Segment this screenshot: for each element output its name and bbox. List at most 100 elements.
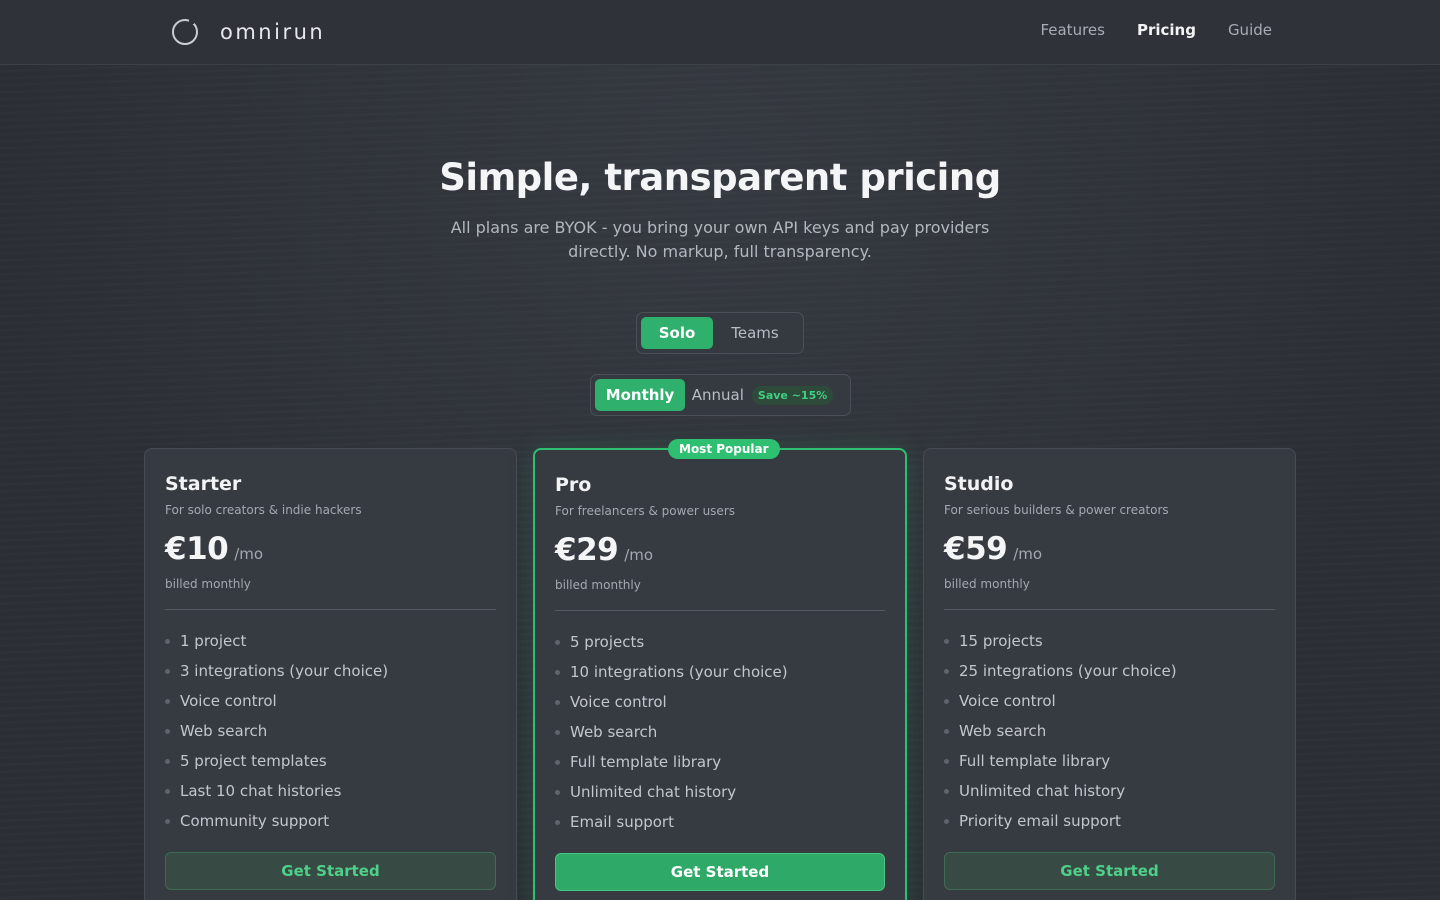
- feature-item: 25 integrations (your choice): [944, 656, 1275, 686]
- feature-text: Voice control: [959, 692, 1056, 710]
- feature-text: Web search: [570, 723, 658, 741]
- plan-card-starter: Starter For solo creators & indie hacker…: [144, 448, 517, 900]
- feature-text: 1 project: [180, 632, 247, 650]
- save-badge: Save ~15%: [751, 385, 834, 405]
- feature-text: Full template library: [959, 752, 1111, 770]
- feature-text: 5 project templates: [180, 752, 327, 770]
- feature-text: Email support: [570, 813, 674, 831]
- get-started-button-studio[interactable]: Get Started: [944, 852, 1275, 890]
- feature-item: Priority email support: [944, 806, 1275, 836]
- brand-name: omnirun: [220, 20, 326, 44]
- feature-text: Unlimited chat history: [959, 782, 1126, 800]
- bullet-icon: [944, 818, 949, 824]
- price-period: /mo: [624, 546, 654, 564]
- logo-ring-icon: [172, 19, 198, 45]
- plan-price: €29: [555, 532, 619, 568]
- bullet-icon: [165, 698, 170, 704]
- feature-item: Web search: [555, 717, 885, 747]
- divider: [555, 610, 885, 611]
- bullet-icon: [555, 669, 560, 675]
- billing-note: billed monthly: [555, 578, 641, 592]
- feature-item: 15 projects: [944, 626, 1275, 656]
- feature-text: Community support: [180, 812, 330, 830]
- subtitle-line-1: All plans are BYOK - you bring your own …: [450, 218, 990, 237]
- page-title: Simple, transparent pricing: [439, 156, 1001, 199]
- feature-item: Last 10 chat histories: [165, 776, 496, 806]
- feature-item: 10 integrations (your choice): [555, 657, 885, 687]
- bullet-icon: [165, 818, 170, 824]
- subtitle-line-2: directly. No markup, full transparency.: [568, 242, 872, 261]
- feature-list: 15 projects 25 integrations (your choice…: [944, 626, 1275, 836]
- plan-price: €10: [165, 531, 229, 567]
- feature-text: Priority email support: [959, 812, 1121, 830]
- price-row: €10 /mo: [165, 531, 496, 567]
- feature-item: Community support: [165, 806, 496, 836]
- bullet-icon: [555, 699, 560, 705]
- bullet-icon: [555, 819, 560, 825]
- billing-note: billed monthly: [165, 577, 251, 591]
- bullet-icon: [165, 638, 170, 644]
- page-subtitle: All plans are BYOK - you bring your own …: [420, 216, 1020, 264]
- nav-link-pricing[interactable]: Pricing: [1137, 21, 1196, 39]
- feature-list: 5 projects 10 integrations (your choice)…: [555, 627, 885, 837]
- billing-option-monthly[interactable]: Monthly: [595, 379, 685, 411]
- feature-item: Unlimited chat history: [555, 777, 885, 807]
- feature-text: 10 integrations (your choice): [570, 663, 788, 681]
- get-started-button-starter[interactable]: Get Started: [165, 852, 496, 890]
- billing-period-toggle: Monthly Annual Save ~15%: [590, 374, 851, 416]
- feature-text: Voice control: [180, 692, 277, 710]
- price-period: /mo: [1013, 545, 1043, 563]
- price-period: /mo: [234, 545, 264, 563]
- feature-item: Web search: [944, 716, 1275, 746]
- feature-text: Web search: [959, 722, 1047, 740]
- bullet-icon: [944, 758, 949, 764]
- plan-description: For freelancers & power users: [555, 504, 735, 518]
- feature-item: 1 project: [165, 626, 496, 656]
- bullet-icon: [165, 728, 170, 734]
- top-navigation-bar: omnirun Features Pricing Guide: [0, 0, 1440, 65]
- feature-item: Full template library: [555, 747, 885, 777]
- feature-text: Web search: [180, 722, 268, 740]
- main-nav: Features Pricing Guide: [1040, 21, 1272, 39]
- bullet-icon: [165, 758, 170, 764]
- feature-text: 15 projects: [959, 632, 1043, 650]
- audience-option-teams[interactable]: Teams: [713, 317, 797, 349]
- plan-card-pro: Most Popular Pro For freelancers & power…: [533, 439, 907, 900]
- billing-note: billed monthly: [944, 577, 1030, 591]
- feature-text: Voice control: [570, 693, 667, 711]
- feature-item: Email support: [555, 807, 885, 837]
- get-started-button-pro[interactable]: Get Started: [555, 853, 885, 891]
- feature-text: Unlimited chat history: [570, 783, 737, 801]
- brand-logo[interactable]: omnirun: [172, 18, 325, 46]
- nav-link-features[interactable]: Features: [1040, 21, 1105, 39]
- feature-item: Voice control: [555, 687, 885, 717]
- feature-item: Web search: [165, 716, 496, 746]
- price-row: €59 /mo: [944, 531, 1275, 567]
- plan-name: Pro: [555, 474, 592, 496]
- billing-option-annual[interactable]: Annual Save ~15%: [685, 379, 840, 411]
- bullet-icon: [165, 788, 170, 794]
- feature-text: 25 integrations (your choice): [959, 662, 1177, 680]
- nav-link-guide[interactable]: Guide: [1228, 21, 1272, 39]
- annual-label: Annual: [691, 386, 744, 404]
- feature-item: Unlimited chat history: [944, 776, 1275, 806]
- audience-toggle: Solo Teams: [636, 312, 804, 354]
- feature-item: 5 project templates: [165, 746, 496, 776]
- plan-description: For solo creators & indie hackers: [165, 503, 362, 517]
- feature-text: 3 integrations (your choice): [180, 662, 389, 680]
- bullet-icon: [944, 728, 949, 734]
- plan-name: Starter: [165, 473, 242, 495]
- feature-item: 3 integrations (your choice): [165, 656, 496, 686]
- feature-item: Voice control: [944, 686, 1275, 716]
- audience-option-solo[interactable]: Solo: [641, 317, 713, 349]
- plan-card-studio: Studio For serious builders & power crea…: [923, 448, 1296, 900]
- feature-text: Full template library: [570, 753, 722, 771]
- plan-name: Studio: [944, 473, 1014, 495]
- bullet-icon: [944, 788, 949, 794]
- bullet-icon: [944, 668, 949, 674]
- divider: [944, 609, 1275, 610]
- feature-item: 5 projects: [555, 627, 885, 657]
- bullet-icon: [555, 789, 560, 795]
- divider: [165, 609, 496, 610]
- bullet-icon: [944, 638, 949, 644]
